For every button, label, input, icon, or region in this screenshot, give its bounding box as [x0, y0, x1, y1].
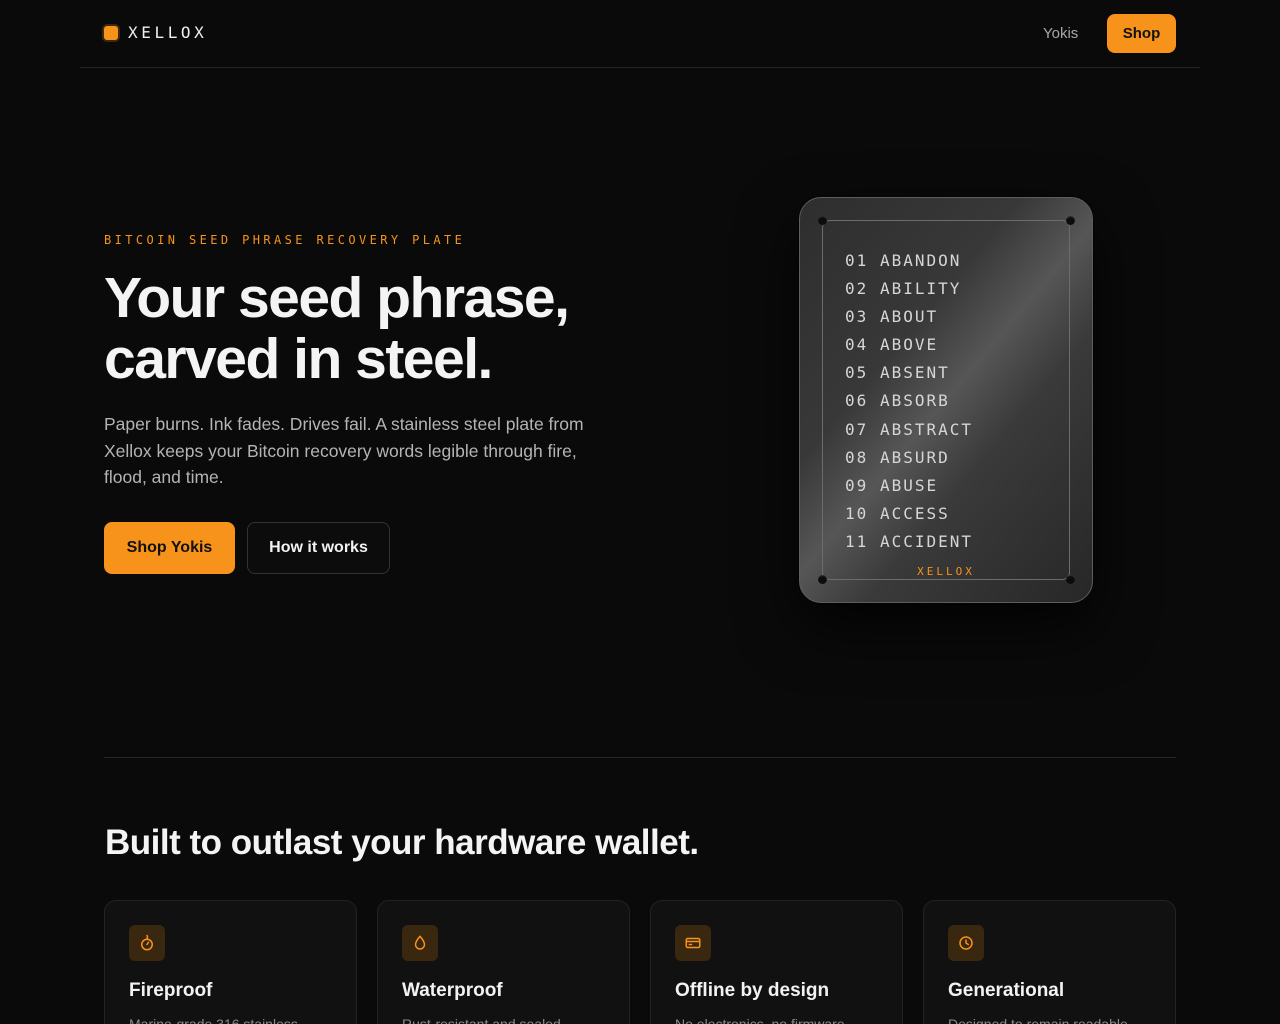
flame-icon: [129, 925, 165, 961]
seed-word: 07 ABSTRACT: [845, 419, 974, 439]
card-title: Generational: [948, 980, 1065, 1001]
features-title: Built to outlast your hardware wallet.: [105, 823, 699, 862]
seed-word: 10 ACCESS: [845, 503, 950, 523]
seed-word: 08 ABSURD: [845, 447, 950, 467]
how-it-works-button[interactable]: How it works: [247, 522, 390, 574]
headline-line-2: carved in steel.: [104, 327, 493, 391]
plate-brand-engraving: XELLOX: [917, 565, 975, 578]
seed-word: 02 ABILITY: [845, 279, 962, 299]
feature-card-waterproof: Waterproof Rust-resistant and sealed: [377, 900, 630, 1024]
brand-mark-icon: [104, 25, 118, 40]
seed-word: 09 ABUSE: [845, 475, 939, 495]
nav-link-yokis[interactable]: Yokis: [1043, 25, 1078, 42]
seed-word: 06 ABSORB: [845, 391, 950, 411]
card-icon: [675, 925, 711, 961]
rivet-icon: [818, 216, 827, 225]
headline-line-1: Your seed phrase,: [104, 266, 570, 330]
hero-eyebrow: BITCOIN SEED PHRASE RECOVERY PLATE: [104, 233, 466, 247]
brand-name: XELLOX: [128, 23, 208, 42]
top-navigation: XELLOX Yokis Shop: [80, 0, 1200, 68]
feature-card-fireproof: Fireproof Marine-grade 316 stainless: [104, 900, 357, 1024]
seed-word: 05 ABSENT: [845, 363, 950, 383]
seed-word: 01 ABANDON: [845, 251, 962, 270]
hero-headline: Your seed phrase, carved in steel.: [104, 268, 664, 390]
feature-card-generational: Generational Designed to remain readable: [923, 900, 1176, 1024]
clock-icon: [948, 925, 984, 961]
feature-card-offline: Offline by design No electronics, no fir…: [650, 900, 903, 1024]
card-title: Offline by design: [675, 980, 830, 1001]
seed-word: 04 ABOVE: [845, 335, 939, 355]
rivet-icon: [1066, 216, 1075, 225]
brand-logo[interactable]: XELLOX: [104, 23, 207, 42]
seed-word: 03 ABOUT: [845, 307, 939, 327]
card-description: Marine-grade 316 stainless: [129, 1016, 298, 1024]
seed-word: 11 ACCIDENT: [845, 531, 974, 551]
steel-plate-illustration: 01 ABANDON 02 ABILITY 03 ABOUT 04 ABOVE 05 AB…: [799, 197, 1093, 603]
section-divider: [104, 757, 1176, 758]
card-description: No electronics, no firmware: [675, 1016, 845, 1024]
hero-description: Paper burns. Ink fades. Drives fail. A s…: [104, 414, 584, 487]
card-description: Designed to remain readable: [948, 1016, 1128, 1024]
seed-word-list: 01 ABANDON 02 ABILITY 03 ABOUT 04 ABOVE 05 AB…: [845, 247, 973, 556]
card-title: Fireproof: [129, 980, 213, 1001]
shop-yokis-button[interactable]: Shop Yokis: [104, 522, 235, 574]
card-title: Waterproof: [402, 980, 503, 1001]
card-description: Rust-resistant and sealed: [402, 1016, 561, 1024]
droplet-icon: [402, 925, 438, 961]
shop-button[interactable]: Shop: [1107, 14, 1176, 53]
